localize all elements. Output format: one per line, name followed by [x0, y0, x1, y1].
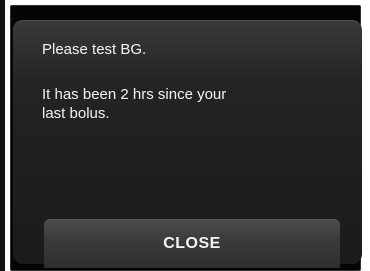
device-frame: Please test BG. It has been 2 hrs since …	[0, 0, 370, 271]
device-bezel	[0, 0, 5, 271]
alert-message-line-2: last bolus.	[42, 105, 110, 122]
alert-title: Please test BG.	[42, 41, 147, 58]
close-button[interactable]: CLOSE	[44, 219, 340, 268]
alert-message-line-1: It has been 2 hrs since your	[42, 86, 227, 103]
